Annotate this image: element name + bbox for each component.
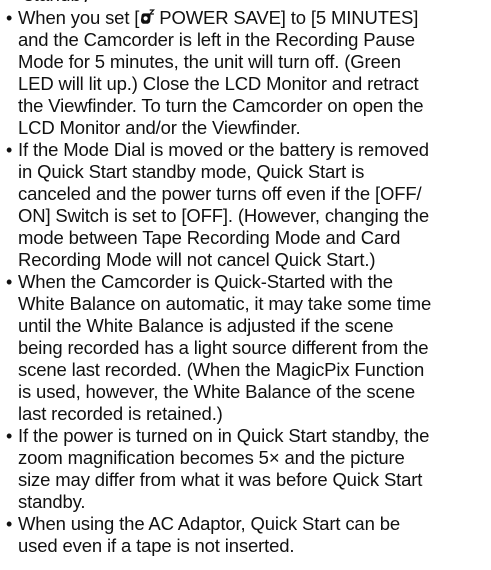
notes-list: • When you set [POWER SAVE] to [5 MINUTES… [6,7,486,557]
note-line: and the Camcorder is left in the Recordi… [18,29,415,50]
note-line: Mode for 5 minutes, the unit will turn o… [18,51,401,72]
note-item: • When the Camcorder is Quick-Started wit… [6,271,486,425]
note-line: being recorded has a light source differ… [18,337,429,358]
note-line: scene last recorded. (When the MagicPix … [18,359,425,380]
note-line: is used, however, the White Balance of t… [18,381,415,402]
note-item: • If the Mode Dial is moved or the batter… [6,139,486,271]
note-line: size may differ from what it was before … [18,469,423,490]
note-line: If the Mode Dial is moved or the battery… [18,139,429,160]
bullet-marker: • [6,514,13,534]
note-line: the Viewfinder. To turn the Camcorder on… [18,95,424,116]
note-line: When the Camcorder is Quick-Started with… [18,271,393,292]
note-line: When you set [ POWER SAVE] to [5 MINUTES] [18,7,486,29]
bullet-marker: • [6,140,13,160]
note-line: Recording Mode will not cancel Quick Sta… [18,249,376,270]
note-line: LED will lit up.) Close the LCD Monitor … [18,73,419,94]
note-line: canceled and the power turns off even if… [18,183,422,204]
note-line: in Quick Start standby mode, Quick Start… [18,161,365,182]
note-line: zoom magnification becomes 5× and the pi… [18,447,405,468]
manual-page: standby •When you set [POWER SAVE] to [5… [0,0,491,570]
bullet-marker: • [6,8,13,28]
note-line: mode between Tape Recording Mode and Car… [18,227,401,248]
cropped-previous-line: standby [24,0,91,2]
note-line: If the power is turned on in Quick Start… [18,425,430,446]
note-line: White Balance on automatic, it may take … [18,293,432,314]
note-line-text: POWER SAVE] to [5 MINUTES] [159,7,419,28]
note-line: When using the AC Adaptor, Quick Start c… [18,513,400,534]
note-item: • When using the AC Adaptor, Quick Start … [6,513,486,557]
note-line: standby. [18,491,86,512]
note-line: until the White Balance is adjusted if t… [18,315,394,336]
note-line: ON] Switch is set to [OFF]. (However, ch… [18,205,429,226]
power-save-icon [140,8,155,26]
note-line: used even if a tape is not inserted. [18,535,295,556]
note-item: • If the power is turned on in Quick Star… [6,425,486,513]
bullet-marker: • [6,426,13,446]
note-item: • When you set [ POWER SAVE] to [5 MINUTES… [6,7,486,139]
note-line: last recorded is retained.) [18,403,223,424]
note-line: LCD Monitor and/or the Viewfinder. [18,117,301,138]
note-line-text: When you set [ [18,7,140,28]
bullet-marker: • [6,272,13,292]
